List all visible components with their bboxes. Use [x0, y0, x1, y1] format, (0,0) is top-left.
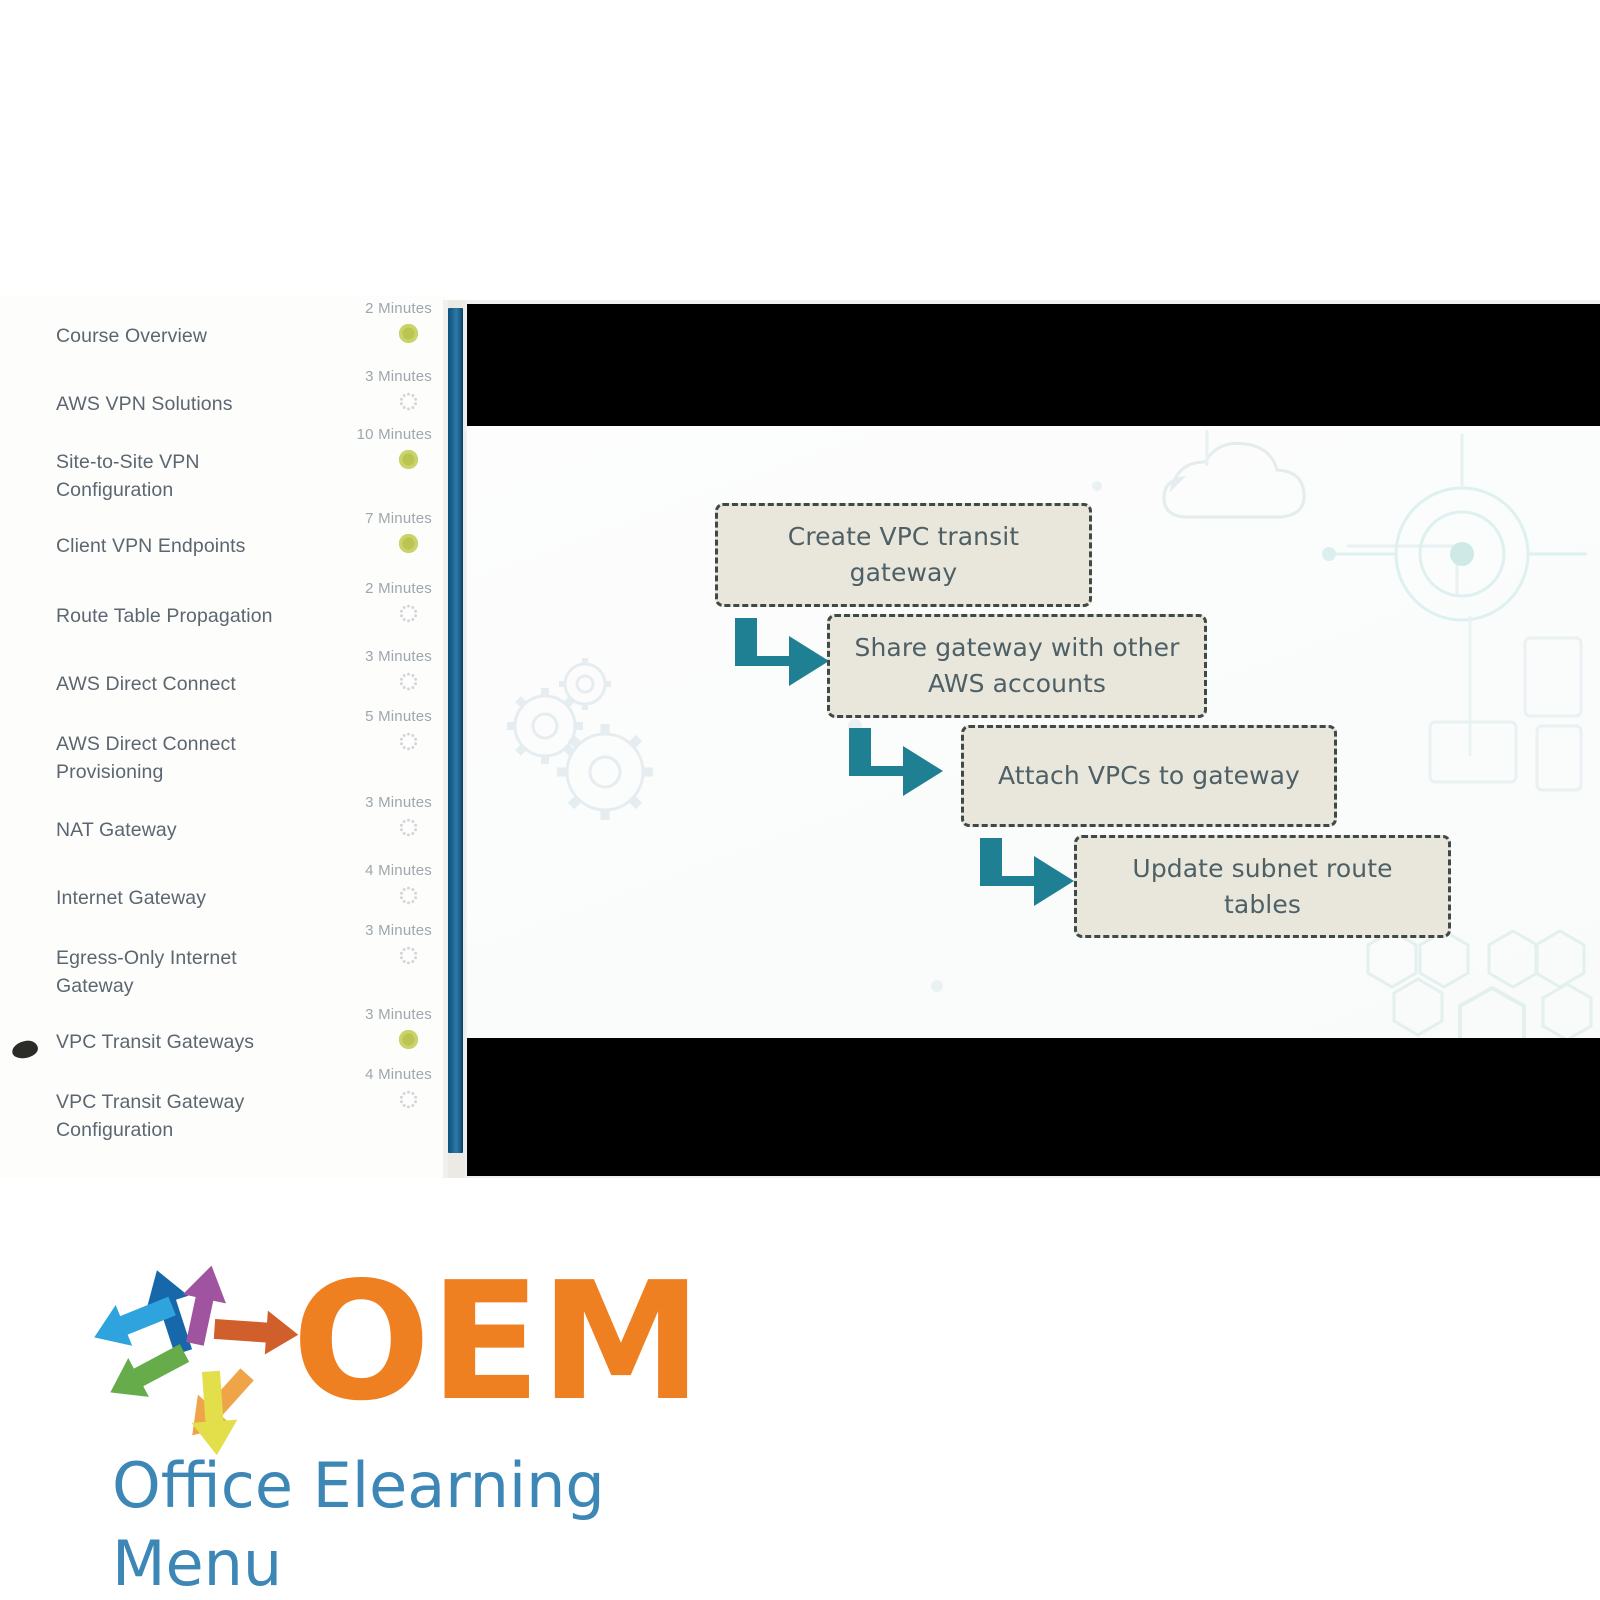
- current-position-marker-slot: [10, 542, 38, 564]
- outline-item-status-wrap: [312, 732, 432, 751]
- vertical-scrollbar-thumb[interactable]: [448, 308, 463, 1153]
- flow-step-1-label: Create VPC transit gateway: [787, 522, 1020, 587]
- current-position-marker-slot: [10, 1098, 38, 1120]
- status-complete-icon[interactable]: [399, 534, 418, 553]
- current-position-marker-icon: [10, 1039, 40, 1060]
- outline-item-meta: 5 Minutes: [312, 708, 432, 751]
- outline-item-status-wrap: [312, 1030, 432, 1049]
- status-incomplete-icon[interactable]: [399, 886, 418, 905]
- flow-step-2-label: Share gateway with other AWS accounts: [854, 633, 1180, 698]
- outline-item-duration: 5 Minutes: [365, 708, 432, 725]
- outline-item-duration: 3 Minutes: [365, 1006, 432, 1023]
- flow-step-4-box: Update subnet route tables: [1074, 835, 1451, 938]
- outline-item-duration: 3 Minutes: [365, 794, 432, 811]
- status-incomplete-icon[interactable]: [399, 946, 418, 965]
- outline-item-label: Internet Gateway: [56, 887, 207, 909]
- current-position-marker-slot: [10, 1038, 40, 1060]
- current-position-marker-slot: [10, 612, 38, 634]
- flow-step-4-label: Update subnet route tables: [1132, 853, 1393, 919]
- flow-step-3-label: Attach VPCs to gateway: [998, 761, 1300, 790]
- flow-step-1-box: Create VPC transit gateway: [715, 503, 1092, 607]
- outline-item-status-wrap: [312, 450, 432, 469]
- outline-item-status-wrap: [312, 324, 432, 343]
- slide-canvas: Create VPC transit gateway Share gateway…: [467, 426, 1600, 1038]
- outline-item-meta: 3 Minutes: [312, 648, 432, 691]
- outline-item-duration: 2 Minutes: [365, 300, 432, 317]
- current-position-marker-slot: [10, 332, 38, 354]
- outline-item-meta: 3 Minutes: [312, 368, 432, 411]
- status-incomplete-icon[interactable]: [399, 818, 418, 837]
- video-player: Create VPC transit gateway Share gateway…: [443, 300, 1600, 1178]
- outline-item-duration: 3 Minutes: [365, 648, 432, 665]
- oem-tagline: Office Elearning Menu: [112, 1449, 605, 1600]
- status-incomplete-icon[interactable]: [399, 732, 418, 751]
- outline-item-duration: 7 Minutes: [365, 510, 432, 527]
- outline-item-status-wrap: [312, 1090, 432, 1109]
- status-incomplete-icon[interactable]: [399, 392, 418, 411]
- current-position-marker-slot: [10, 954, 38, 976]
- current-position-marker-slot: [10, 740, 38, 762]
- status-incomplete-icon[interactable]: [399, 672, 418, 691]
- outline-item-label: Client VPN Endpoints: [56, 535, 246, 557]
- outline-item-duration: 4 Minutes: [365, 1066, 432, 1083]
- status-complete-icon[interactable]: [399, 450, 418, 469]
- outline-item-meta: 3 Minutes: [312, 1006, 432, 1049]
- outline-item-meta: 2 Minutes: [312, 580, 432, 623]
- outline-item-label: NAT Gateway: [56, 819, 177, 841]
- current-position-marker-slot: [10, 458, 38, 480]
- outline-item-status-wrap: [312, 392, 432, 411]
- course-outline-panel: Course Overview 2 Minutes AWS VPN Solution…: [0, 296, 448, 1178]
- outline-item-duration: 4 Minutes: [365, 862, 432, 879]
- outline-item-label: VPC Transit Gateway Configuration: [56, 1091, 245, 1141]
- oem-circular-arrows-icon: [94, 1265, 299, 1456]
- flow-arrow-3-icon: [980, 838, 1074, 906]
- current-position-marker-slot: [10, 680, 38, 702]
- status-complete-icon[interactable]: [399, 324, 418, 343]
- outline-item-label: Course Overview: [56, 325, 208, 347]
- outline-item-label: Egress-Only Internet Gateway: [56, 947, 237, 997]
- flow-step-3-box: Attach VPCs to gateway: [961, 725, 1337, 827]
- outline-item-status-wrap: [312, 946, 432, 965]
- outline-item-meta: 4 Minutes: [312, 1066, 432, 1109]
- outline-item-label: Route Table Propagation: [56, 605, 273, 627]
- current-position-marker-slot: [10, 400, 38, 422]
- outline-item-status-wrap: [312, 534, 432, 553]
- outline-item-meta: 2 Minutes: [312, 300, 432, 343]
- outline-item-meta: 10 Minutes: [312, 426, 432, 469]
- status-incomplete-icon[interactable]: [399, 1090, 418, 1109]
- outline-item-duration: 3 Minutes: [365, 922, 432, 939]
- current-position-marker-slot: [10, 826, 38, 848]
- outline-item-meta: 4 Minutes: [312, 862, 432, 905]
- outline-item-status-wrap: [312, 818, 432, 837]
- status-incomplete-icon[interactable]: [399, 604, 418, 623]
- outline-item-duration: 2 Minutes: [365, 580, 432, 597]
- outline-item-duration: 3 Minutes: [365, 368, 432, 385]
- video-stage-letterbox[interactable]: Create VPC transit gateway Share gateway…: [467, 304, 1600, 1176]
- outline-item-meta: 3 Minutes: [312, 922, 432, 965]
- oem-wordmark: OEM: [292, 1248, 702, 1437]
- oem-logo: OEM Office Elearning Menu: [70, 1245, 770, 1600]
- current-position-marker-slot: [10, 894, 38, 916]
- outline-item-duration: 10 Minutes: [356, 426, 432, 443]
- outline-item-meta: 3 Minutes: [312, 794, 432, 837]
- screenshot-root: Course Overview 2 Minutes AWS VPN Solution…: [0, 0, 1600, 1600]
- status-complete-icon[interactable]: [399, 1030, 418, 1049]
- flow-arrow-2-icon: [849, 728, 943, 796]
- outline-item-label: Site-to-Site VPN Configuration: [56, 451, 200, 501]
- outline-item-label: AWS VPN Solutions: [56, 393, 233, 415]
- outline-item-meta: 7 Minutes: [312, 510, 432, 553]
- outline-item-label: VPC Transit Gateways: [56, 1031, 255, 1053]
- flow-step-2-box: Share gateway with other AWS accounts: [827, 614, 1207, 718]
- outline-item-status-wrap: [312, 604, 432, 623]
- outline-item-status-wrap: [312, 672, 432, 691]
- flow-arrow-1-icon: [735, 618, 829, 686]
- outline-item-label: AWS Direct Connect: [56, 673, 236, 695]
- outline-item-label: AWS Direct Connect Provisioning: [56, 733, 236, 783]
- outline-item-status-wrap: [312, 886, 432, 905]
